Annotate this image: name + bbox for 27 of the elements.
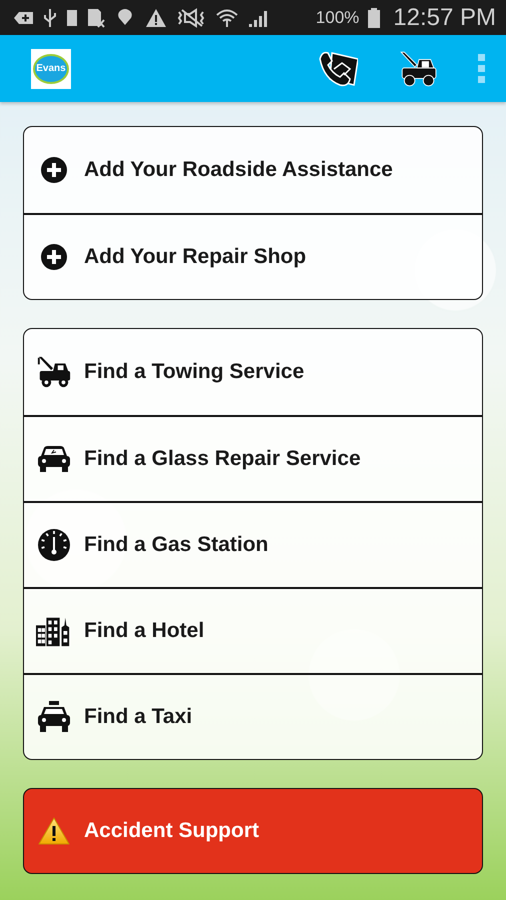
- clock-time: 12:57 PM: [393, 4, 496, 32]
- logo-text: Evans: [36, 63, 66, 74]
- battery-percent: 100%: [316, 8, 360, 28]
- usb-icon: [43, 8, 57, 28]
- tow-truck-icon[interactable]: [398, 50, 438, 88]
- plus-circle-icon: [41, 157, 67, 183]
- storage-icon: [66, 8, 78, 28]
- buildings-icon: [36, 615, 72, 647]
- car-icon: [37, 444, 71, 474]
- wifi-icon: [215, 8, 239, 28]
- menu-item[interactable]: Add Your Repair Shop: [24, 213, 482, 299]
- menu-item[interactable]: Find a Glass Repair Service: [24, 415, 482, 501]
- taxi-icon: [37, 701, 71, 733]
- battery-icon: [368, 8, 380, 28]
- menu-item[interactable]: Add Your Roadside Assistance: [24, 127, 482, 213]
- menu-item[interactable]: Find a Gas Station: [24, 501, 482, 587]
- accident-support-button[interactable]: Accident Support: [23, 788, 483, 874]
- tow-truck-icon: [36, 354, 72, 390]
- plus-circle-icon: [41, 244, 67, 270]
- mute-vibrate-icon: [176, 8, 206, 28]
- warning-icon: [145, 8, 167, 28]
- menu-item[interactable]: Find a Taxi: [24, 673, 482, 759]
- warning-icon: [38, 817, 70, 845]
- sim-card-icon: [87, 8, 105, 28]
- menu-item[interactable]: Find a Towing Service: [24, 329, 482, 415]
- gauge-icon: [37, 528, 71, 562]
- menu-item[interactable]: Find a Hotel: [24, 587, 482, 673]
